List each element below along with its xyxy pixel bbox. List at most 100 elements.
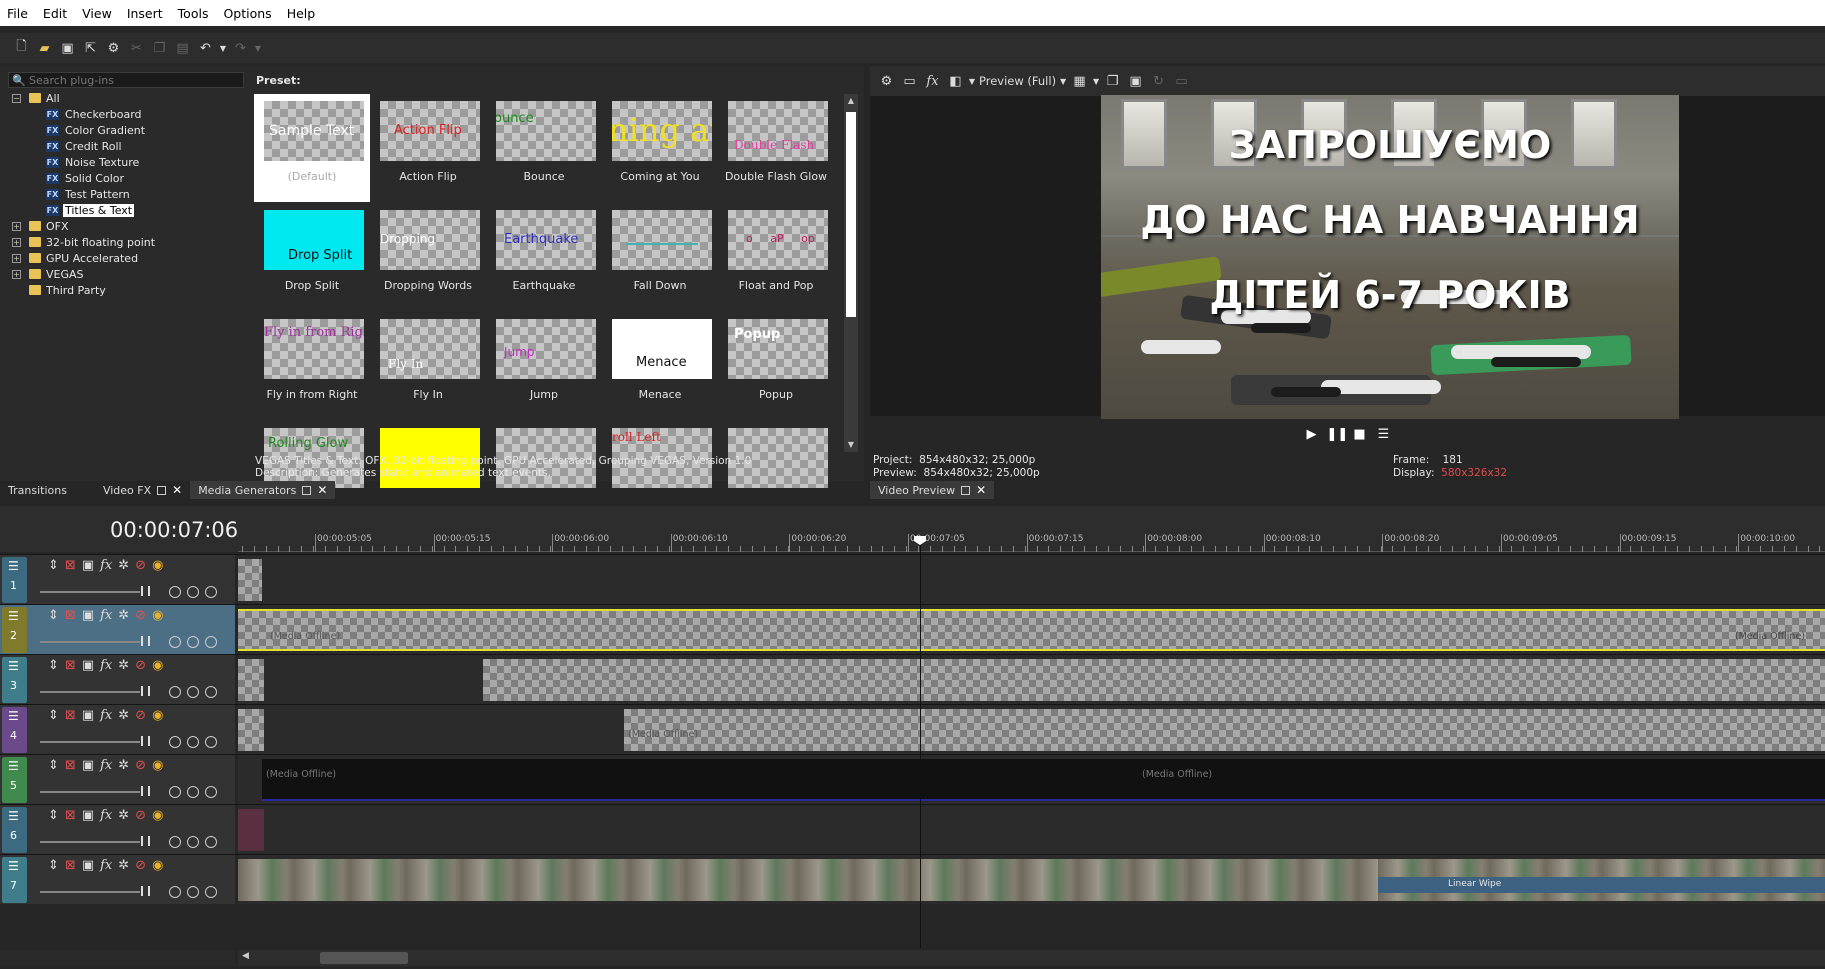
playhead-cursor[interactable] — [914, 536, 926, 948]
preview-settings-gear-icon[interactable]: ⚙ — [875, 70, 898, 92]
compositing-mode-icon[interactable]: ⇕ — [48, 608, 59, 623]
track-header[interactable]: ☰ 7 ⇕ ⊠ ▣ fx ✲ ⊘ ◉ — [0, 855, 235, 904]
tree-group-32bit[interactable]: +32-bit floating point — [0, 234, 252, 250]
undock-icon[interactable] — [302, 485, 312, 495]
solo-icon[interactable]: ◉ — [152, 608, 163, 623]
event-clip[interactable]: (Media Offline) (Media Offline) — [238, 609, 1825, 651]
track-number-tab[interactable]: ☰ 5 — [2, 757, 27, 803]
tree-item-titles-text[interactable]: FX Titles & Text — [0, 202, 252, 218]
track-menu-icon[interactable]: ☰ — [8, 660, 19, 672]
track-menu-icon[interactable]: ☰ — [8, 610, 19, 622]
scroll-down-icon[interactable]: ▼ — [844, 438, 858, 452]
track-number-tab[interactable]: ☰ 2 — [2, 607, 27, 653]
copy-snapshot-icon[interactable]: ❐ — [1101, 70, 1124, 92]
event-clip[interactable] — [483, 659, 1825, 701]
timeline-ruler[interactable]: 00:00:05:05 00:00:05:15 00:00:06:00 00:00:0… — [238, 534, 1825, 552]
track-lock-icon[interactable] — [205, 686, 217, 698]
track-lock-icon[interactable] — [205, 636, 217, 648]
track-fx-icon[interactable]: fx — [100, 608, 112, 623]
menu-tools[interactable]: Tools — [178, 6, 209, 21]
menu-file[interactable]: File — [7, 6, 28, 21]
copy-icon[interactable]: ❐ — [148, 37, 171, 59]
fx-icon[interactable]: fx — [921, 70, 944, 92]
track-menu-icon[interactable]: ☰ — [8, 810, 19, 822]
track-lane[interactable]: (Media Offline) (Media Offline) — [238, 755, 1825, 804]
preset-coming-at-you[interactable]: ning at Coming at You — [602, 94, 718, 202]
overlays-grid-icon[interactable]: ▦ — [1068, 70, 1091, 92]
track-fx-icon[interactable]: fx — [100, 708, 112, 723]
preset-float-and-pop[interactable]: o aP op Float and Pop — [718, 203, 834, 311]
open-folder-icon[interactable]: ▰ — [33, 37, 56, 59]
track-number-tab[interactable]: ☰ 4 — [2, 707, 27, 753]
record-arm-icon[interactable] — [169, 686, 181, 698]
transition-linear-wipe[interactable]: Linear Wipe — [1378, 877, 1825, 893]
tree-group-ofx[interactable]: + OFX — [0, 218, 252, 234]
stop-icon[interactable]: ■ — [1351, 427, 1369, 443]
loop-icon[interactable]: ↻ — [1147, 70, 1170, 92]
compositing-mode-icon[interactable]: ⇕ — [48, 808, 59, 823]
solo-icon[interactable]: ◉ — [152, 558, 163, 573]
tree-item-checkerboard[interactable]: FX Checkerboard — [0, 106, 252, 122]
settings-gear-icon[interactable]: ⚙ — [102, 37, 125, 59]
event-clip[interactable]: (Media Offline) — [624, 709, 1825, 751]
preset-fall-down[interactable]: Fall Down — [602, 203, 718, 311]
solo-icon[interactable]: ◉ — [152, 858, 163, 873]
mute-icon[interactable]: ⊘ — [135, 808, 146, 823]
automation-gear-icon[interactable]: ✲ — [118, 558, 129, 573]
automation-gear-icon[interactable]: ✲ — [118, 808, 129, 823]
bypass-motion-blur-icon[interactable]: ⊠ — [65, 708, 76, 723]
tab-video-preview[interactable]: Video Preview ✕ — [870, 481, 995, 499]
track-motion-icon[interactable]: ▣ — [82, 808, 94, 823]
save-snapshot-icon[interactable]: ▣ — [1124, 70, 1147, 92]
event-clip[interactable] — [238, 809, 264, 851]
track-header[interactable]: ☰ 6 ⇕ ⊠ ▣ fx ✲ ⊘ ◉ — [0, 805, 235, 854]
preview-quality-dropdown[interactable]: Preview (Full) — [979, 74, 1056, 88]
track-status-icon[interactable] — [187, 886, 199, 898]
record-arm-icon[interactable] — [169, 886, 181, 898]
close-icon[interactable]: ✕ — [976, 483, 986, 497]
solo-icon[interactable]: ◉ — [152, 708, 163, 723]
track-status-icon[interactable] — [187, 636, 199, 648]
pause-icon[interactable]: ❚❚ — [1327, 427, 1349, 443]
timeline-scrollbar[interactable]: ◀ — [238, 950, 1825, 966]
tab-media-generators[interactable]: Media Generators ✕ — [190, 481, 336, 499]
redo-dropdown-icon[interactable]: ▼ — [252, 37, 264, 59]
menu-help[interactable]: Help — [287, 6, 316, 21]
track-menu-icon[interactable]: ☰ — [8, 760, 19, 772]
render-icon[interactable]: ⇱ — [79, 37, 102, 59]
scroll-thumb[interactable] — [846, 112, 856, 317]
undo-icon[interactable]: ↶ — [194, 37, 217, 59]
track-level-slider[interactable] — [40, 591, 140, 593]
track-motion-icon[interactable]: ▣ — [82, 758, 94, 773]
automation-gear-icon[interactable]: ✲ — [118, 658, 129, 673]
compositing-mode-icon[interactable]: ⇕ — [48, 758, 59, 773]
track-status-icon[interactable] — [187, 836, 199, 848]
track-header[interactable]: ☰ 1 ⇕ ⊠ ▣ fx ✲ ⊘ ◉ — [0, 555, 235, 604]
track-header[interactable]: ☰ 2 ⇕ ⊠ ▣ fx ✲ ⊘ ◉ — [0, 605, 235, 654]
new-file-icon[interactable]: 🗋 — [10, 37, 33, 59]
expand-icon[interactable]: + — [12, 237, 21, 247]
bypass-motion-blur-icon[interactable]: ⊠ — [65, 808, 76, 823]
bypass-motion-blur-icon[interactable]: ⊠ — [65, 758, 76, 773]
track-motion-icon[interactable]: ▣ — [82, 858, 94, 873]
redo-icon[interactable]: ↷ — [229, 37, 252, 59]
compositing-mode-icon[interactable]: ⇕ — [48, 658, 59, 673]
tree-group-vegas[interactable]: + VEGAS — [0, 266, 252, 282]
scroll-thumb[interactable] — [320, 952, 408, 964]
track-number-tab[interactable]: ☰ 6 — [2, 807, 27, 853]
tree-item-color-gradient[interactable]: FX Color Gradient — [0, 122, 252, 138]
scroll-up-icon[interactable]: ▲ — [844, 94, 858, 108]
track-fx-icon[interactable]: fx — [100, 758, 112, 773]
tab-transitions[interactable]: Transitions — [0, 481, 75, 499]
paste-icon[interactable]: ▤ — [171, 37, 194, 59]
track-slider-handle[interactable] — [141, 686, 150, 696]
preset-fly-in[interactable]: Fly In Fly In — [370, 312, 486, 420]
preset-popup[interactable]: Popup Popup — [718, 312, 834, 420]
close-icon[interactable]: ✕ — [317, 483, 327, 497]
tree-item-credit-roll[interactable]: FX Credit Roll — [0, 138, 252, 154]
compositing-mode-icon[interactable]: ⇕ — [48, 708, 59, 723]
track-level-slider[interactable] — [40, 741, 140, 743]
record-arm-icon[interactable] — [169, 586, 181, 598]
tree-group-third-party[interactable]: Third Party — [0, 282, 252, 298]
record-arm-icon[interactable] — [169, 736, 181, 748]
